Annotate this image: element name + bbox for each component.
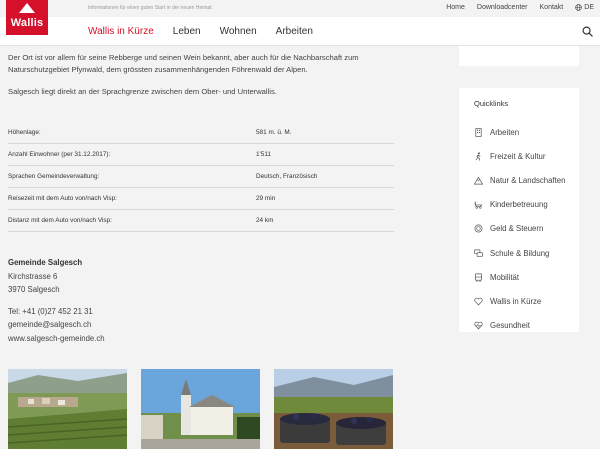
table-row: Reisezeit mit dem Auto von/nach Visp: 29… bbox=[8, 188, 394, 210]
municipality-name: Gemeinde Salgesch bbox=[8, 258, 83, 267]
church-photo[interactable] bbox=[141, 369, 260, 449]
table-row: Sprachen Gemeindeverwaltung: Deutsch, Fr… bbox=[8, 166, 394, 188]
quicklink-label: Geld & Steuern bbox=[490, 224, 544, 234]
quicklinks-list: Arbeiten Freizeit & Kultur Natur & Lands… bbox=[474, 120, 565, 338]
fact-label: Anzahl Einwohner (per 31.12.2017): bbox=[8, 151, 111, 158]
table-row: Distanz mit dem Auto von/nach Visp: 24 k… bbox=[8, 210, 394, 232]
quicklink-freizeit-kultur[interactable]: Freizeit & Kultur bbox=[474, 144, 565, 168]
quicklink-natur-landschaften[interactable]: Natur & Landschaften bbox=[474, 168, 565, 192]
quicklink-gesundheit[interactable]: Gesundheit bbox=[474, 314, 565, 338]
quicklink-geld-steuern[interactable]: Geld & Steuern bbox=[474, 217, 565, 241]
main-navigation: Wallis in Kürze Leben Wohnen Arbeiten bbox=[0, 17, 600, 46]
office-building-icon bbox=[475, 127, 482, 137]
fact-label: Distanz mit dem Auto von/nach Visp: bbox=[8, 217, 112, 224]
nav-item-wallis-in-kuerze[interactable]: Wallis in Kürze bbox=[88, 26, 154, 37]
church-image bbox=[141, 369, 260, 449]
grape-harvest-image bbox=[274, 369, 393, 449]
heartbeat-icon bbox=[474, 321, 483, 330]
language-border-paragraph: Salgesch liegt direkt an der Sprachgrenz… bbox=[8, 87, 277, 96]
quicklink-arbeiten[interactable]: Arbeiten bbox=[474, 120, 565, 144]
heart-icon bbox=[474, 297, 483, 306]
website-link[interactable]: www.salgesch-gemeinde.ch bbox=[8, 332, 105, 346]
nav-item-wohnen[interactable]: Wohnen bbox=[220, 26, 257, 37]
matterhorn-icon bbox=[19, 3, 35, 13]
fact-label: Sprachen Gemeindeverwaltung: bbox=[8, 173, 100, 180]
quicklink-mobilitaet[interactable]: Mobilität bbox=[474, 265, 565, 289]
fact-value: Deutsch, Französisch bbox=[256, 173, 318, 180]
mountain-icon bbox=[474, 176, 483, 185]
contact-block: Gemeinde Salgesch Kirchstrasse 6 3970 Sa… bbox=[8, 256, 105, 345]
bus-icon bbox=[474, 273, 483, 282]
stroller-icon bbox=[474, 201, 483, 209]
phone-number[interactable]: Tel: +41 (0)27 452 21 31 bbox=[8, 305, 105, 319]
quicklink-wallis-in-kuerze[interactable]: Wallis in Kürze bbox=[474, 289, 565, 313]
village-vineyard-image bbox=[8, 369, 127, 449]
nav-menu: Wallis in Kürze Leben Wohnen Arbeiten bbox=[88, 26, 313, 37]
home-link[interactable]: Home bbox=[446, 4, 465, 11]
street-address: Kirchstrasse 6 bbox=[8, 271, 58, 281]
facts-table: Höhenlage: 581 m. ü. M. Anzahl Einwohner… bbox=[8, 122, 394, 232]
globe-icon bbox=[575, 4, 583, 11]
fact-value: 24 km bbox=[256, 217, 274, 224]
photo-gallery bbox=[8, 369, 393, 449]
sidebar-top-card bbox=[459, 46, 579, 66]
top-utility-bar: Informationen für einen guten Start in d… bbox=[0, 0, 600, 17]
quicklink-label: Freizeit & Kultur bbox=[490, 151, 546, 161]
search-icon[interactable] bbox=[582, 26, 593, 37]
table-row: Höhenlage: 581 m. ü. M. bbox=[8, 122, 394, 144]
coins-icon bbox=[474, 224, 483, 233]
quicklink-schule-bildung[interactable]: Schule & Bildung bbox=[474, 241, 565, 265]
language-label: DE bbox=[584, 4, 594, 11]
table-row: Anzahl Einwohner (per 31.12.2017): 1'511 bbox=[8, 144, 394, 166]
nav-item-leben[interactable]: Leben bbox=[173, 26, 201, 37]
kontakt-link[interactable]: Kontakt bbox=[540, 4, 564, 11]
chat-bubbles-icon bbox=[474, 249, 483, 257]
downloadcenter-link[interactable]: Downloadcenter bbox=[477, 4, 528, 11]
email-link[interactable]: gemeinde@salgesch.ch bbox=[8, 318, 105, 332]
wallis-logo[interactable]: Wallis bbox=[6, 0, 48, 35]
postal-city: 3970 Salgesch bbox=[8, 285, 60, 294]
quicklinks-card: Quicklinks Arbeiten Freizeit & Kultur Na… bbox=[459, 88, 579, 332]
fact-value: 1'511 bbox=[256, 151, 271, 158]
intro-paragraph: Der Ort ist vor allem für seine Rebberge… bbox=[8, 53, 359, 74]
quicklink-label: Gesundheit bbox=[490, 321, 530, 331]
site-tagline: Informationen für einen guten Start in d… bbox=[88, 5, 212, 11]
quicklink-label: Arbeiten bbox=[490, 127, 520, 137]
nav-item-arbeiten[interactable]: Arbeiten bbox=[276, 26, 313, 37]
main-content: Der Ort ist vor allem für seine Rebberge… bbox=[8, 52, 398, 98]
quicklinks-title: Quicklinks bbox=[474, 99, 509, 108]
quicklink-label: Wallis in Kürze bbox=[490, 296, 542, 306]
quicklink-kinderbetreuung[interactable]: Kinderbetreuung bbox=[474, 193, 565, 217]
hiker-icon bbox=[475, 152, 481, 161]
fact-label: Reisezeit mit dem Auto von/nach Visp: bbox=[8, 195, 117, 202]
language-switcher[interactable]: DE bbox=[575, 4, 594, 11]
fact-label: Höhenlage: bbox=[8, 129, 41, 136]
quicklink-label: Schule & Bildung bbox=[490, 248, 550, 258]
quicklink-label: Kinderbetreuung bbox=[490, 200, 548, 210]
fact-value: 581 m. ü. M. bbox=[256, 129, 292, 136]
logo-text: Wallis bbox=[10, 17, 44, 29]
quicklink-label: Mobilität bbox=[490, 272, 520, 282]
utility-links: Home Downloadcenter Kontakt DE bbox=[446, 4, 594, 11]
village-vineyard-photo[interactable] bbox=[8, 369, 127, 449]
grape-harvest-photo[interactable] bbox=[274, 369, 393, 449]
fact-value: 29 min bbox=[256, 195, 276, 202]
quicklink-label: Natur & Landschaften bbox=[490, 175, 566, 185]
